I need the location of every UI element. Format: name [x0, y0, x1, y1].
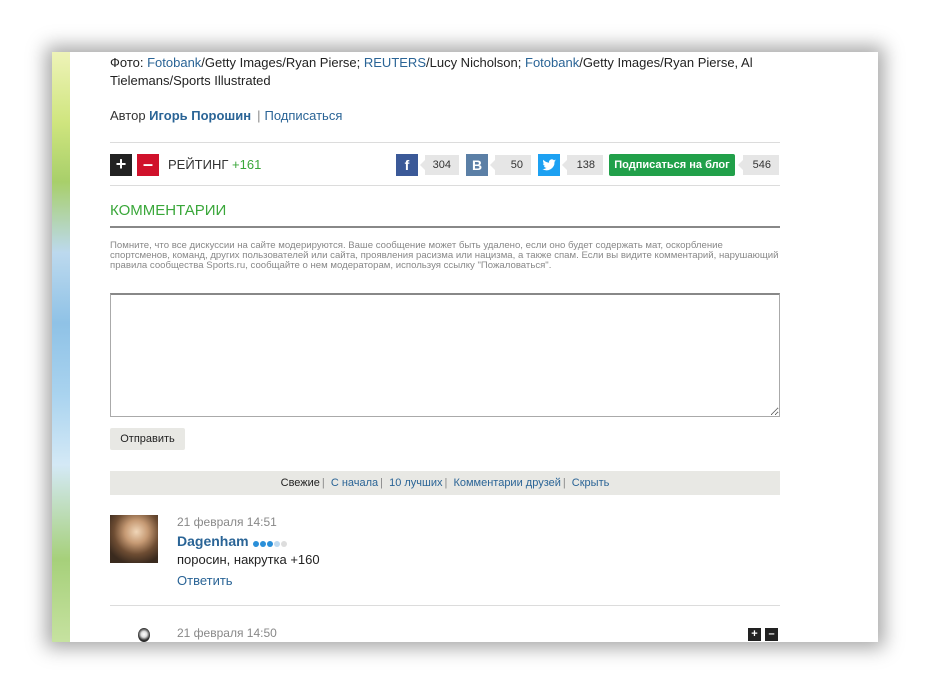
- filter-separator: |: [321, 477, 325, 489]
- comment-filters: Свежие | С начала | 10 лучших | Комментарии…: [110, 471, 780, 495]
- comment-minus-button[interactable]: –: [765, 628, 778, 641]
- subscribe-blog-count: 546: [738, 155, 779, 175]
- photo-credit-link-fotobank[interactable]: Fotobank: [147, 55, 201, 70]
- photo-credit-text: /Lucy Nicholson;: [426, 55, 525, 70]
- user-level-dots: [252, 534, 288, 550]
- filter-fresh[interactable]: Свежие: [281, 477, 320, 489]
- comment-date: 21 февраля 14:50: [177, 626, 277, 640]
- level-dot: [259, 541, 266, 548]
- author-separator: |: [257, 108, 261, 123]
- facebook-share-count: 304: [420, 155, 459, 175]
- avatar-face: [138, 628, 150, 642]
- comment-reply-link[interactable]: Ответить: [177, 573, 233, 588]
- rating-label: РЕЙТИНГ +161: [168, 157, 261, 172]
- twitter-icon[interactable]: [538, 154, 560, 176]
- comment-author-line: Dagenham: [177, 533, 288, 550]
- facebook-icon[interactable]: f: [396, 154, 418, 176]
- comment-item: 21 февраля 14:51 Dagenham поросин, накру…: [110, 515, 780, 606]
- filter-hide[interactable]: Скрыть: [572, 477, 610, 489]
- comment-text: поросин, накрутка +160: [177, 552, 320, 567]
- rating-minus-button[interactable]: –: [137, 154, 159, 176]
- level-dot: [252, 541, 259, 548]
- filter-separator: |: [380, 477, 384, 489]
- author-line: Автор Игорь Порошин | Подписаться: [110, 108, 780, 123]
- subscribe-blog-button[interactable]: Подписаться на блог: [609, 154, 735, 176]
- filter-separator: |: [444, 477, 448, 489]
- rating-label-text: РЕЙТИНГ: [168, 157, 233, 172]
- article-content: Фото: Fotobank/Getty Images/Ryan Pierse;…: [110, 52, 780, 642]
- comment-item: 21 февраля 14:50 + –: [110, 626, 780, 642]
- avatar[interactable]: [110, 515, 158, 563]
- photo-credit-link-reuters[interactable]: REUTERS: [364, 55, 426, 70]
- avatar[interactable]: [134, 626, 158, 642]
- comments-divider: [110, 226, 780, 228]
- rating-value: +161: [232, 157, 262, 172]
- rating-share-bar: + – РЕЙТИНГ +161 f 304 В 50 138 Подписат…: [110, 142, 780, 186]
- send-comment-button[interactable]: Отправить: [110, 428, 185, 450]
- filter-top-10[interactable]: 10 лучших: [389, 477, 442, 489]
- photo-credit-link-fotobank[interactable]: Fotobank: [525, 55, 579, 70]
- photo-credits: Фото: Fotobank/Getty Images/Ryan Pierse;…: [110, 54, 780, 90]
- vkontakte-icon[interactable]: В: [466, 154, 488, 176]
- comment-date: 21 февраля 14:51: [177, 515, 277, 529]
- decorative-background-strip: [52, 52, 70, 642]
- level-dot: [266, 541, 273, 548]
- filter-from-start[interactable]: С начала: [331, 477, 378, 489]
- level-dot: [280, 541, 287, 548]
- rating-plus-button[interactable]: +: [110, 154, 132, 176]
- comment-author-link[interactable]: Dagenham: [177, 533, 249, 549]
- comment-plus-button[interactable]: +: [748, 628, 761, 641]
- author-label: Автор: [110, 108, 150, 123]
- twitter-bird-icon: [542, 159, 556, 171]
- photo-credit-text: /Getty Images/Ryan Pierse;: [201, 55, 364, 70]
- twitter-share-count: 138: [562, 155, 603, 175]
- comments-heading: КОММЕНТАРИИ: [110, 202, 227, 219]
- filter-friends-comments[interactable]: Комментарии друзей: [453, 477, 560, 489]
- author-name-link[interactable]: Игорь Порошин: [149, 108, 251, 123]
- photo-credit-prefix: Фото:: [110, 55, 148, 70]
- vkontakte-share-count: 50: [490, 155, 531, 175]
- moderation-notice: Помните, что все дискуссии на сайте моде…: [110, 240, 779, 271]
- comment-textarea[interactable]: [110, 293, 780, 417]
- level-dot: [273, 541, 280, 548]
- filter-separator: |: [562, 477, 566, 489]
- author-subscribe-link[interactable]: Подписаться: [264, 108, 342, 123]
- page-frame: Фото: Fotobank/Getty Images/Ryan Pierse;…: [52, 52, 878, 642]
